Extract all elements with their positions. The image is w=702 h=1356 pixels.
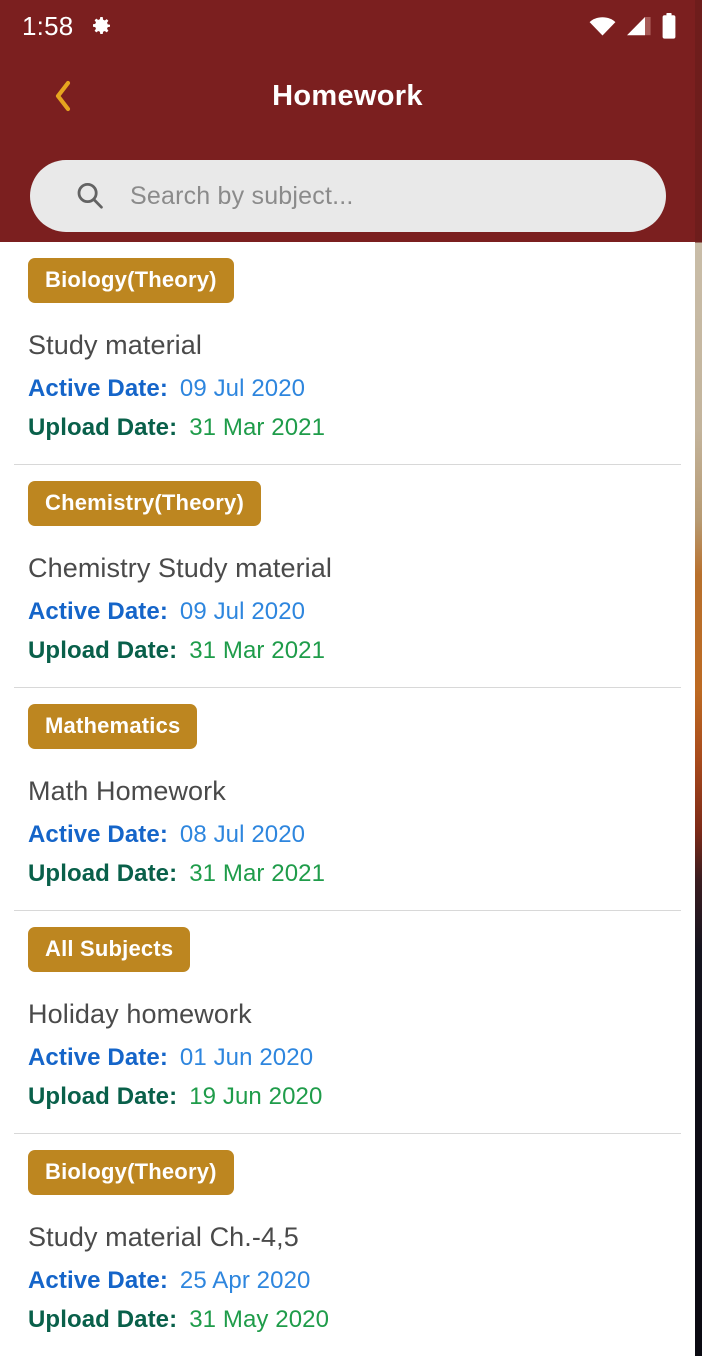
cellular-signal-icon	[625, 15, 652, 37]
active-date-value: 09 Jul 2020	[179, 598, 306, 625]
active-date-row: Active Date: 09 Jul 2020	[28, 375, 667, 403]
active-date-value: 08 Jul 2020	[179, 821, 306, 848]
title-bar: Homework	[0, 52, 695, 140]
chevron-left-icon	[53, 80, 73, 112]
upload-date-value: 31 May 2020	[189, 1306, 330, 1333]
active-date-label: Active Date:	[28, 1044, 168, 1071]
status-bar-clock: 1:58	[22, 10, 74, 41]
upload-date-value: 31 Mar 2021	[189, 637, 326, 664]
active-date-label: Active Date:	[28, 821, 168, 848]
active-date-value: 01 Jun 2020	[179, 1044, 314, 1071]
homework-list-item[interactable]: Biology(Theory) Study material Ch.-4,5 A…	[0, 1134, 695, 1356]
app-header: 1:58 Homework Search by subject...	[0, 0, 695, 242]
homework-title: Holiday homework	[28, 999, 252, 1029]
homework-title: Chemistry Study material	[28, 553, 332, 583]
homework-list[interactable]: Biology(Theory) Study material Active Da…	[0, 242, 695, 1356]
page-title: Homework	[272, 79, 423, 112]
homework-list-item[interactable]: Biology(Theory) Study material Active Da…	[0, 242, 695, 465]
upload-date-label: Upload Date:	[28, 1306, 178, 1333]
homework-list-item[interactable]: Chemistry(Theory) Chemistry Study materi…	[0, 465, 695, 688]
homework-list-item[interactable]: All Subjects Holiday homework Active Dat…	[0, 911, 695, 1134]
homework-list-item[interactable]: Mathematics Math Homework Active Date: 0…	[0, 688, 695, 911]
active-date-row: Active Date: 01 Jun 2020	[28, 1044, 667, 1072]
upload-date-row: Upload Date: 31 Mar 2021	[28, 414, 667, 442]
subject-badge: Mathematics	[28, 704, 198, 749]
upload-date-value: 19 Jun 2020	[189, 1083, 323, 1110]
status-bar-right	[589, 13, 677, 39]
subject-badge: Chemistry(Theory)	[28, 481, 261, 526]
active-date-value: 09 Jul 2020	[179, 375, 306, 402]
battery-icon	[661, 13, 677, 39]
upload-date-label: Upload Date:	[28, 637, 178, 664]
upload-date-row: Upload Date: 31 May 2020	[28, 1306, 667, 1334]
app-screen: 1:58 Homework Search by subject... Biolo…	[0, 0, 702, 1356]
subject-badge: Biology(Theory)	[28, 258, 234, 303]
upload-date-value: 31 Mar 2021	[189, 414, 326, 441]
active-date-label: Active Date:	[28, 375, 168, 402]
search-bar[interactable]: Search by subject...	[30, 160, 666, 232]
active-date-label: Active Date:	[28, 598, 168, 625]
adjacent-screen-edge-strip	[695, 0, 702, 1356]
active-date-row: Active Date: 09 Jul 2020	[28, 598, 667, 626]
search-placeholder: Search by subject...	[130, 181, 354, 210]
active-date-value: 25 Apr 2020	[179, 1267, 311, 1294]
upload-date-row: Upload Date: 31 Mar 2021	[28, 637, 667, 665]
active-date-row: Active Date: 25 Apr 2020	[28, 1267, 667, 1295]
upload-date-label: Upload Date:	[28, 414, 178, 441]
status-bar: 1:58	[0, 0, 695, 52]
search-input[interactable]: Search by subject...	[30, 160, 666, 232]
homework-title: Study material	[28, 330, 202, 360]
homework-title: Study material Ch.-4,5	[28, 1222, 299, 1252]
subject-badge: Biology(Theory)	[28, 1150, 234, 1195]
upload-date-row: Upload Date: 19 Jun 2020	[28, 1083, 667, 1111]
active-date-label: Active Date:	[28, 1267, 168, 1294]
gear-icon	[89, 14, 113, 38]
subject-badge: All Subjects	[28, 927, 191, 972]
upload-date-label: Upload Date:	[28, 860, 178, 887]
upload-date-label: Upload Date:	[28, 1083, 178, 1110]
search-icon	[74, 180, 106, 212]
wifi-icon	[589, 15, 616, 37]
homework-title: Math Homework	[28, 776, 226, 806]
active-date-row: Active Date: 08 Jul 2020	[28, 821, 667, 849]
upload-date-row: Upload Date: 31 Mar 2021	[28, 860, 667, 888]
status-bar-left: 1:58	[22, 11, 113, 42]
back-button[interactable]	[46, 76, 80, 116]
upload-date-value: 31 Mar 2021	[189, 860, 326, 887]
